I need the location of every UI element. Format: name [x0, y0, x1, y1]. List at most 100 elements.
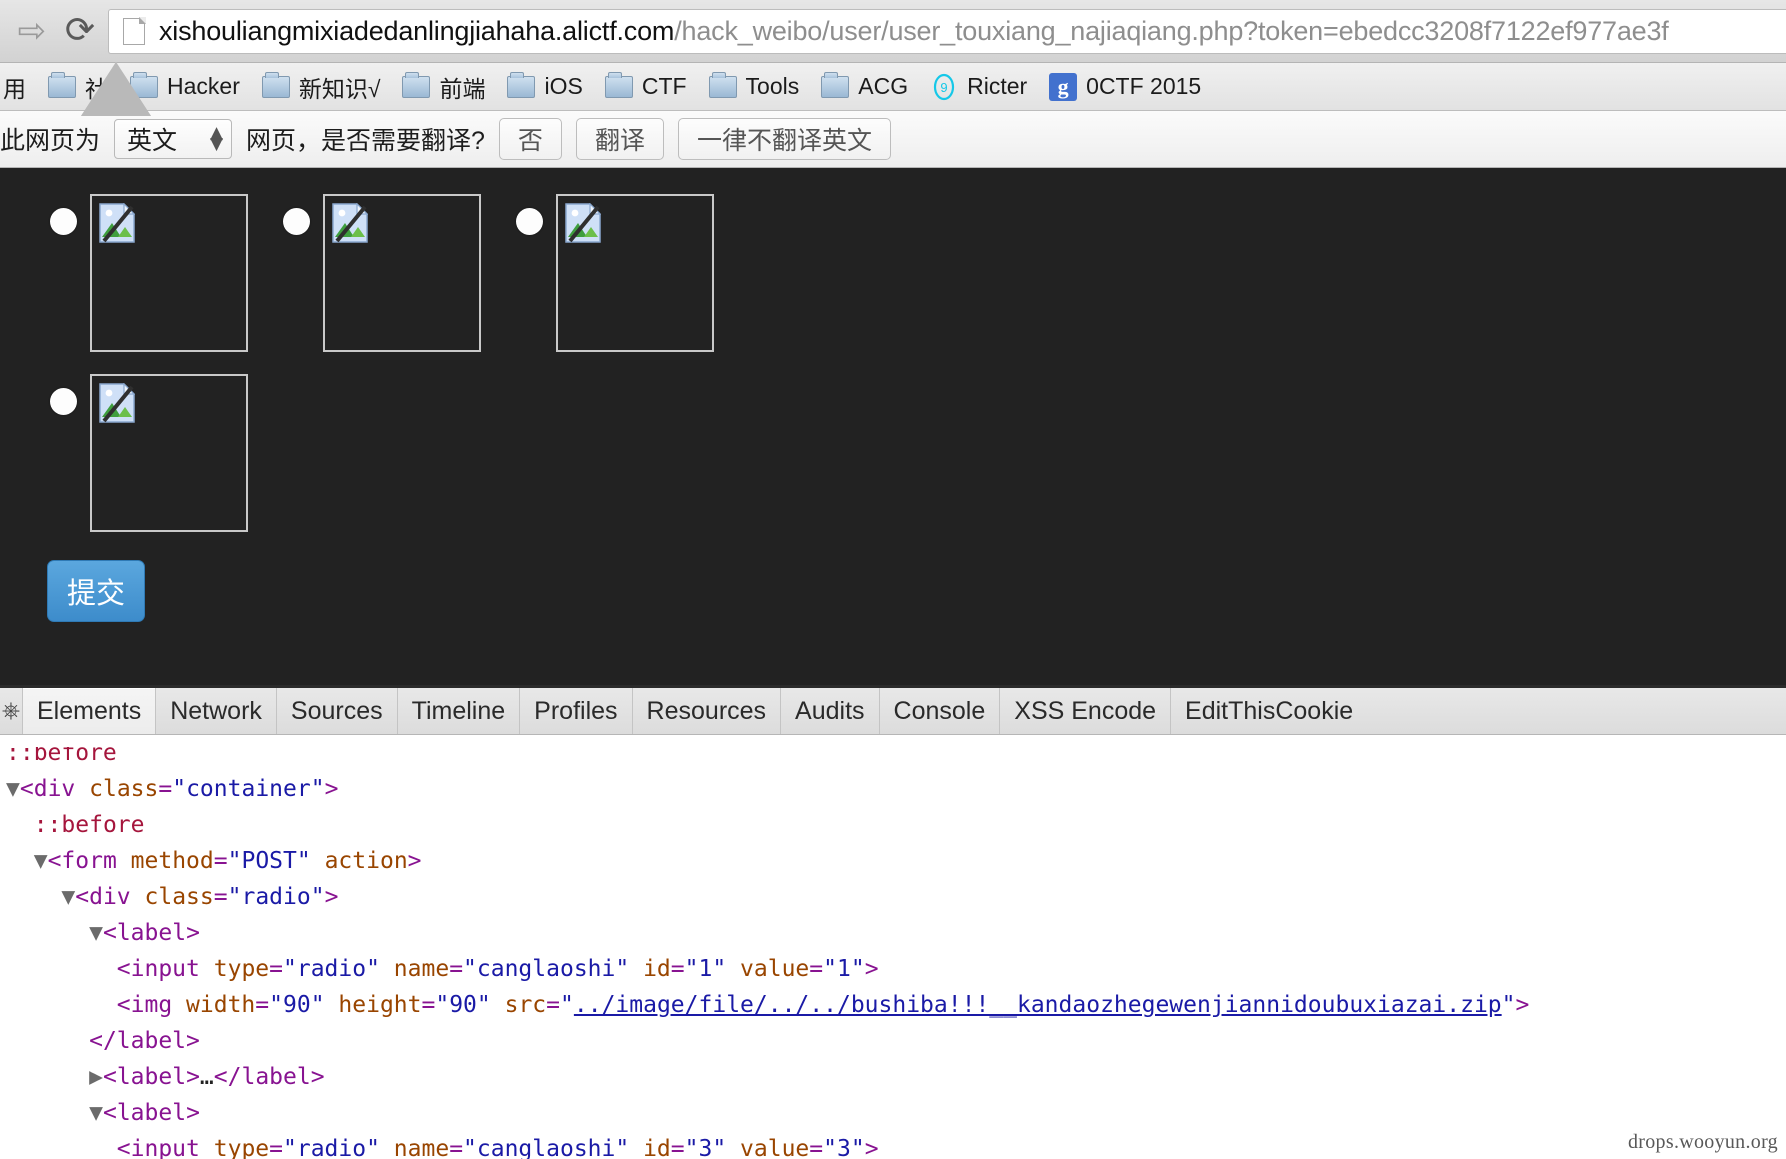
dom-tree-view[interactable]: ::before▼<div class="container"> ::befor… [0, 735, 1786, 1159]
dom-token-tri: ▶ [89, 1064, 103, 1090]
dom-node[interactable]: ▼<div class="radio"> [0, 879, 1786, 915]
dom-token-tagname: input [131, 956, 200, 982]
bookmark-item-ctf[interactable]: CTF [596, 69, 696, 105]
dom-indent [6, 1028, 89, 1054]
dom-token-punct: > [865, 956, 879, 982]
choice-item[interactable] [283, 194, 481, 352]
radio-button-unchecked-icon[interactable] [283, 208, 310, 235]
dom-token-linkval[interactable]: ../image/file/../../bushiba!!!__kandaozh… [574, 992, 1502, 1018]
dom-token-txt [491, 992, 505, 1018]
url-text: xishouliangmixiadedanlingjiahaha.alictf.… [159, 16, 1669, 47]
bookmark-item-tools[interactable]: Tools [700, 69, 809, 105]
address-bar[interactable]: xishouliangmixiadedanlingjiahaha.alictf.… [108, 9, 1786, 54]
devtools-tab-xss-encode[interactable]: XSS Encode [999, 688, 1170, 734]
bookmark-label: ACG [858, 73, 908, 100]
radio-button-unchecked-icon[interactable] [50, 388, 77, 415]
dom-token-tagname: div [34, 776, 76, 802]
dom-token-txt [75, 776, 89, 802]
dom-token-punct: > [186, 1028, 200, 1054]
devtools-tab-resources[interactable]: Resources [632, 688, 781, 734]
page-document-icon [123, 18, 145, 45]
dom-node[interactable]: ▶<label>…</label> [0, 1059, 1786, 1095]
bookmark-item-ios[interactable]: iOS [498, 69, 591, 105]
google-favicon-icon: g [1049, 73, 1077, 101]
broken-image-placeholder-icon[interactable] [90, 194, 248, 352]
bookmark-item-acg[interactable]: ACG [812, 69, 917, 105]
devtools-tab-console[interactable]: Console [879, 688, 1000, 734]
dom-token-attrname: src [505, 992, 547, 1018]
dom-token-txt [172, 992, 186, 1018]
choice-item[interactable] [50, 194, 248, 352]
dom-node[interactable]: ▼<label> [0, 1095, 1786, 1131]
dom-token-txt [311, 848, 325, 874]
bookmark-label: Tools [746, 73, 800, 100]
inspect-element-icon[interactable]: ⎈ [0, 688, 22, 734]
dom-token-punct: < [103, 920, 117, 946]
decline-translate-button[interactable]: 否 [499, 118, 562, 160]
forward-arrow-icon[interactable]: ⇨ [0, 14, 52, 48]
choice-item[interactable] [50, 374, 248, 532]
bookmark-item-ricter[interactable]: 9Ricter [921, 69, 1036, 105]
devtools-tab-profiles[interactable]: Profiles [519, 688, 631, 734]
translate-language-value: 英文 [127, 121, 177, 157]
bookmark-item-0ctf-2015[interactable]: g0CTF 2015 [1040, 69, 1210, 105]
broken-image-placeholder-icon[interactable] [90, 374, 248, 532]
dom-token-txt [325, 992, 339, 1018]
submit-button[interactable]: 提交 [47, 560, 145, 622]
dom-token-punct: > [311, 1064, 325, 1090]
dom-token-punct: = [269, 956, 283, 982]
dom-node[interactable]: </label> [0, 1023, 1786, 1059]
dom-token-attrval: "1" [685, 956, 727, 982]
dom-token-attrname: id [643, 956, 671, 982]
dom-token-punct: = [449, 956, 463, 982]
dom-node[interactable]: ▼<form method="POST" action> [0, 843, 1786, 879]
dom-token-attrval: "canglaoshi" [463, 956, 629, 982]
dom-token-punct: < [103, 1100, 117, 1126]
dom-node[interactable]: ::before [0, 807, 1786, 843]
dom-node[interactable]: ▼<div class="container"> [0, 771, 1786, 807]
devtools-tab-timeline[interactable]: Timeline [397, 688, 520, 734]
bookmark-label: iOS [544, 73, 582, 100]
bookmark-label: 新知识√ [299, 70, 381, 104]
radio-row-top [0, 168, 1786, 352]
svg-text:9: 9 [940, 80, 947, 95]
radio-button-unchecked-icon[interactable] [516, 208, 543, 235]
choice-item[interactable] [516, 194, 714, 352]
bookmark-item--[interactable]: 新知识√ [253, 69, 390, 105]
translate-question-label: 网页，是否需要翻译? [246, 121, 485, 157]
dom-token-tagname: label [117, 1100, 186, 1126]
dom-token-punct: < [117, 956, 131, 982]
dom-token-tagname: label [117, 1028, 186, 1054]
broken-image-placeholder-icon[interactable] [556, 194, 714, 352]
radio-button-unchecked-icon[interactable] [50, 208, 77, 235]
devtools-tab-sources[interactable]: Sources [276, 688, 397, 734]
dom-node[interactable]: ▼<label> [0, 915, 1786, 951]
dom-node[interactable]: <input type="radio" name="canglaoshi" id… [0, 1131, 1786, 1159]
bookmark-label: 前端 [439, 70, 485, 104]
dom-token-attrname: class [89, 776, 158, 802]
dom-token-punct: = [422, 992, 436, 1018]
bookmark-item--[interactable]: 前端 [393, 69, 494, 105]
translate-button[interactable]: 翻译 [576, 118, 664, 160]
devtools-tab-network[interactable]: Network [155, 688, 276, 734]
bookmark-item--[interactable]: 用 [0, 69, 35, 105]
dom-token-punct: < [48, 848, 62, 874]
reload-icon[interactable]: ⟳ [52, 13, 108, 49]
page-content: 提交 [0, 168, 1786, 685]
dom-node[interactable]: <img width="90" height="90" src="../imag… [0, 987, 1786, 1023]
devtools-tab-elements[interactable]: Elements [22, 688, 155, 734]
broken-image-placeholder-icon[interactable] [323, 194, 481, 352]
translate-language-select[interactable]: 英文 ▲▼ [114, 119, 232, 159]
dom-node[interactable]: <input type="radio" name="canglaoshi" id… [0, 951, 1786, 987]
dom-token-attrname: height [338, 992, 421, 1018]
devtools-tab-audits[interactable]: Audits [780, 688, 878, 734]
dom-token-punct: = [158, 776, 172, 802]
never-translate-english-button[interactable]: 一律不翻译英文 [678, 118, 891, 160]
folder-icon [48, 76, 76, 98]
dom-token-punct: > [186, 1100, 200, 1126]
dom-token-txt [380, 956, 394, 982]
dom-token-tagname: img [131, 992, 173, 1018]
devtools-tab-editthiscookie[interactable]: EditThisCookie [1170, 688, 1367, 734]
dom-token-punct: = [809, 956, 823, 982]
dom-token-punct: > [186, 920, 200, 946]
